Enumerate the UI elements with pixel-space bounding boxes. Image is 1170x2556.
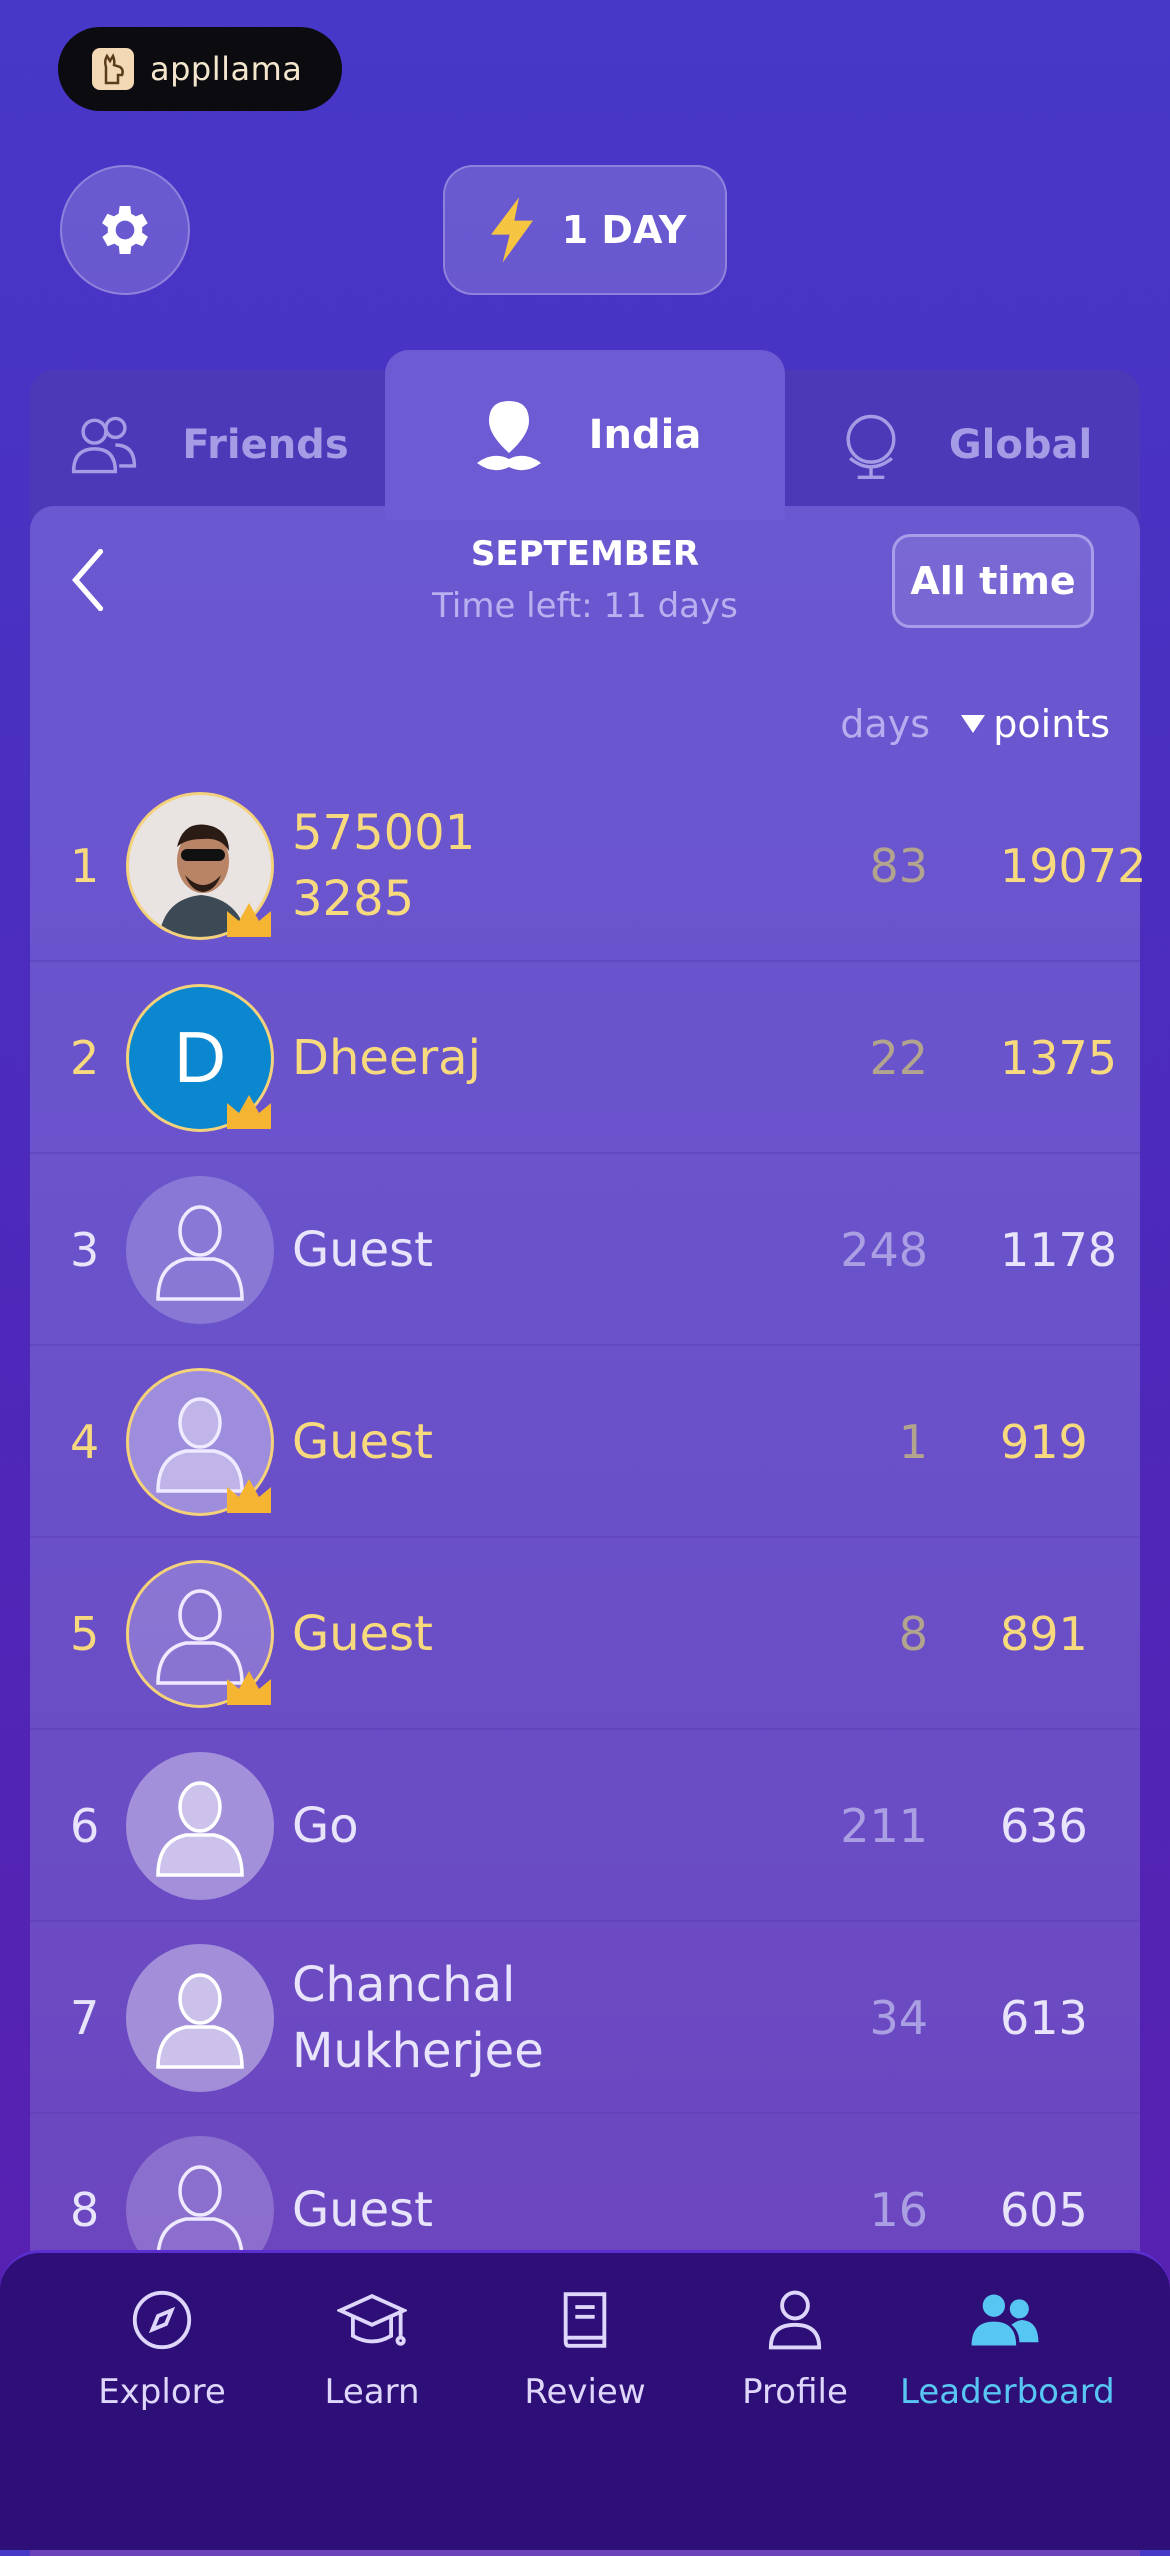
leaderboard-row[interactable]: 2 D Dheeraj 22 1375 xyxy=(30,962,1140,1154)
points-value: 19072 xyxy=(1000,839,1147,893)
crown-icon xyxy=(227,1479,271,1513)
days-value: 34 xyxy=(869,1991,928,2045)
days-value: 8 xyxy=(898,1607,928,1661)
nav-review-label: Review xyxy=(524,2372,646,2412)
avatar xyxy=(126,792,274,940)
rank: 7 xyxy=(70,1991,100,2045)
globe-icon xyxy=(846,414,896,480)
lightning-icon xyxy=(490,197,533,263)
nav-profile[interactable]: Profile xyxy=(690,2280,900,2412)
avatar-letter: D xyxy=(174,1018,226,1098)
tab-india[interactable]: India xyxy=(385,350,785,520)
rank: 1 xyxy=(70,839,100,893)
rank: 4 xyxy=(70,1415,100,1469)
rank: 2 xyxy=(70,1031,100,1085)
nav-leaderboard-label: Leaderboard xyxy=(900,2372,1115,2412)
guest-avatar-icon xyxy=(156,1781,244,1877)
nav-profile-label: Profile xyxy=(742,2372,848,2412)
nav-leaderboard[interactable]: Leaderboard xyxy=(900,2280,1115,2412)
points-value: 613 xyxy=(1000,1991,1088,2045)
tab-global-label: Global xyxy=(948,422,1093,468)
avatar xyxy=(126,1176,274,1324)
rank: 5 xyxy=(70,1607,100,1661)
tab-friends-label: Friends xyxy=(182,422,349,468)
player-name: Guest xyxy=(292,1222,433,1278)
avatar xyxy=(126,1752,274,1900)
player-name: Guest xyxy=(292,1606,433,1662)
days-value: 248 xyxy=(840,1223,928,1277)
settings-button[interactable] xyxy=(60,165,190,295)
tab-global[interactable]: Global xyxy=(785,370,1140,520)
book-icon xyxy=(563,2292,607,2348)
friends-icon xyxy=(72,416,137,474)
guest-avatar-icon xyxy=(156,1205,244,1301)
player-name: Guest xyxy=(292,1414,433,1470)
guest-avatar-icon xyxy=(156,2165,244,2261)
rank: 3 xyxy=(70,1223,100,1277)
nav-explore-label: Explore xyxy=(98,2372,226,2412)
days-value: 83 xyxy=(869,839,928,893)
person-icon xyxy=(768,2290,822,2350)
player-name: Go xyxy=(292,1798,359,1854)
avatar xyxy=(126,1560,274,1708)
nav-learn[interactable]: Learn xyxy=(267,2280,477,2412)
points-column-header[interactable]: points xyxy=(950,702,1110,746)
app-logo: appllama xyxy=(58,27,342,111)
points-value: 1178 xyxy=(1000,1223,1118,1277)
streak-label: 1 DAY xyxy=(561,208,687,252)
nav-learn-label: Learn xyxy=(324,2372,420,2412)
points-column-label: points xyxy=(993,702,1110,746)
leaderboard-row[interactable]: 3 Guest 248 1178 xyxy=(30,1154,1140,1346)
avatar xyxy=(126,1368,274,1516)
guest-avatar-icon xyxy=(156,1973,244,2069)
points-value: 891 xyxy=(1000,1607,1088,1661)
days-value: 22 xyxy=(869,1031,928,1085)
player-name: 575001 3285 xyxy=(292,805,476,927)
group-icon xyxy=(971,2294,1039,2346)
nav-review[interactable]: Review xyxy=(480,2280,690,2412)
location-pin-icon xyxy=(476,401,541,471)
tab-india-label: India xyxy=(588,412,702,458)
nav-explore[interactable]: Explore xyxy=(57,2280,267,2412)
days-value: 211 xyxy=(840,1799,928,1853)
leaderboard-row[interactable]: 5 Guest 8 891 xyxy=(30,1538,1140,1730)
tab-friends[interactable]: Friends xyxy=(30,370,385,520)
streak-button[interactable]: 1 DAY xyxy=(443,165,727,295)
days-column-header[interactable]: days xyxy=(780,702,930,746)
points-value: 636 xyxy=(1000,1799,1088,1853)
player-name: Dheeraj xyxy=(292,1030,481,1086)
crown-icon xyxy=(227,903,271,937)
logo-text: appllama xyxy=(150,50,303,88)
avatar: D xyxy=(126,984,274,1132)
leaderboard-row[interactable]: 7 Chanchal Mukherjee 34 613 xyxy=(30,1922,1140,2114)
days-value: 1 xyxy=(898,1415,928,1469)
all-time-button[interactable]: All time xyxy=(892,534,1094,628)
leaderboard-row[interactable]: 4 Guest 1 919 xyxy=(30,1346,1140,1538)
graduation-cap-icon xyxy=(337,2294,407,2346)
points-value: 1375 xyxy=(1000,1031,1118,1085)
leaderboard-row[interactable]: 6 Go 211 636 xyxy=(30,1730,1140,1922)
sort-down-icon xyxy=(961,715,986,733)
llama-logo-icon xyxy=(92,48,134,90)
crown-icon xyxy=(227,1671,271,1705)
avatar xyxy=(126,1944,274,2092)
gear-icon xyxy=(102,206,148,254)
player-name: Chanchal Mukherjee xyxy=(292,1957,544,2079)
compass-icon xyxy=(132,2290,192,2350)
crown-icon xyxy=(227,1095,271,1129)
points-value: 919 xyxy=(1000,1415,1088,1469)
rank: 6 xyxy=(70,1799,100,1853)
leaderboard-row[interactable]: 1 575001 3285 83 19072 xyxy=(30,770,1147,962)
